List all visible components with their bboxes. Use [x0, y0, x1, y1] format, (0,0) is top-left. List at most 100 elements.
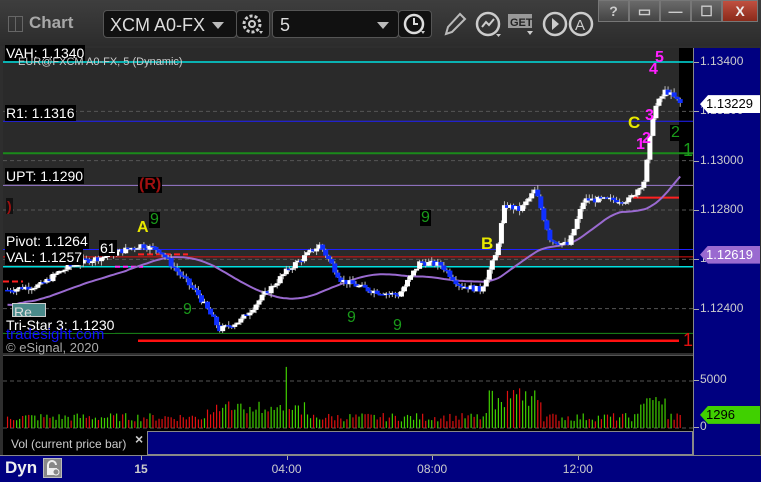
- candle: [374, 289, 380, 295]
- candle-body: [486, 269, 492, 280]
- volume-last-flag: 1296: [700, 405, 760, 424]
- help-button[interactable]: ?: [598, 0, 629, 22]
- volume-pane[interactable]: [3, 355, 693, 431]
- candle-body: [183, 276, 189, 279]
- label-61: 61: [99, 240, 117, 256]
- candle: [538, 194, 544, 210]
- close-button[interactable]: X: [722, 0, 758, 22]
- candle-body: [89, 261, 95, 264]
- studies-icon[interactable]: [474, 10, 504, 40]
- level-label: R1: 1.1316: [5, 105, 76, 121]
- volume-chart: [3, 366, 693, 429]
- candle-body: [156, 249, 162, 253]
- candle-body: [268, 286, 274, 294]
- price-chart-pane[interactable]: VAH: 1.1340 R1: 1.1316 UPT: 1.1290 Pivot: 1…: [3, 45, 704, 355]
- symbol-caption: EUR@FXCM A0-FX, 5 (Dynamic): [18, 56, 183, 68]
- candle-body: [189, 285, 195, 288]
- settings-gear-icon: [242, 14, 263, 34]
- candle-body: [301, 255, 307, 262]
- candle-body: [32, 287, 38, 290]
- candle-body: [671, 92, 677, 97]
- annotation-c: C: [628, 113, 641, 132]
- time-tick: [577, 456, 579, 460]
- candle-body: [259, 294, 265, 301]
- wave-count-label: 3: [645, 107, 654, 124]
- candle-body: [250, 309, 256, 313]
- price-tick-label: 1.12800: [700, 202, 744, 216]
- maximize-button[interactable]: ☐: [691, 0, 722, 22]
- candle-body: [350, 280, 356, 284]
- candle-body: [535, 189, 541, 197]
- candle-body: [401, 286, 407, 292]
- interval-combo[interactable]: 5: [272, 10, 399, 38]
- axis-tick: [694, 62, 699, 63]
- price-chart[interactable]: [3, 48, 693, 353]
- annotation-9: 9: [347, 309, 356, 326]
- candle: [571, 228, 577, 236]
- symbol-combo[interactable]: XCM A0-FX: [103, 10, 237, 38]
- candle: [386, 291, 392, 298]
- play-icon[interactable]: [542, 11, 568, 37]
- volume-tick-label: 5000: [700, 372, 727, 386]
- time-tick: [286, 456, 288, 460]
- level-label: Pivot: 1.1264: [5, 233, 89, 249]
- paren-annotation: ): [6, 198, 13, 214]
- candle-body: [232, 324, 238, 327]
- time-tick-label: 15: [134, 462, 148, 476]
- lock-icon[interactable]: [43, 458, 62, 478]
- get-icon[interactable]: GET: [507, 12, 537, 38]
- candle-body: [656, 98, 662, 106]
- candle-body: [674, 96, 680, 100]
- moving-average-flag: 1.12619: [700, 245, 760, 264]
- last-price-flag: 1.13229: [700, 95, 760, 114]
- candle-body: [195, 290, 201, 296]
- candle-body: [174, 267, 180, 272]
- candle-body: [35, 284, 41, 288]
- candle-body: [162, 254, 168, 258]
- settings-button[interactable]: [236, 10, 270, 38]
- level-label: UPT: 1.1290: [5, 168, 85, 184]
- candle-body: [332, 263, 338, 273]
- alert-icon[interactable]: A: [568, 11, 596, 37]
- candle-body: [626, 197, 632, 203]
- candle: [541, 206, 547, 222]
- pencil-icon[interactable]: [440, 10, 468, 38]
- drag-grip-icon[interactable]: [15, 16, 23, 32]
- re-badge: Re: [12, 303, 46, 317]
- dynamic-mode-label[interactable]: Dyn: [5, 458, 37, 478]
- axis-tick: [694, 427, 699, 428]
- candle-body: [177, 271, 183, 276]
- candle-body: [541, 208, 547, 221]
- price-axis[interactable]: 1.134001.132001.130001.128001.126001.124…: [693, 48, 760, 455]
- wave-count-label: 5: [655, 49, 664, 66]
- annotation-green-2: 2: [670, 124, 681, 141]
- candle-body: [489, 260, 495, 270]
- candle-body: [214, 316, 220, 326]
- axis-tick: [694, 380, 699, 381]
- volume-legend-label: Vol (current price bar): [11, 437, 127, 451]
- time-button[interactable]: [398, 10, 432, 38]
- title-bar: Chart XCM A0-FX 5 GET A ? ▭ — ☐ X: [0, 0, 761, 46]
- minimize-button[interactable]: —: [660, 0, 691, 22]
- dock-button[interactable]: ▭: [629, 0, 660, 22]
- time-tick-label: 12:00: [562, 462, 593, 476]
- axis-tick: [694, 308, 699, 310]
- time-axis[interactable]: Dyn 15 04:00 08:00 12:00: [0, 455, 761, 482]
- level-label: VAL: 1.1257: [5, 249, 84, 265]
- candle-body: [632, 195, 638, 197]
- candle-body: [329, 259, 335, 264]
- svg-text:GET: GET: [510, 17, 533, 29]
- candle: [205, 300, 211, 310]
- candle-body: [614, 200, 620, 203]
- time-tick: [141, 456, 142, 460]
- candle: [26, 282, 32, 294]
- candle-body: [277, 276, 283, 284]
- candle-body: [323, 249, 329, 256]
- candle-body: [320, 244, 326, 250]
- candle-body: [292, 262, 298, 269]
- close-study-icon[interactable]: ×: [135, 431, 143, 447]
- candle: [656, 97, 662, 107]
- candle-body: [211, 314, 217, 317]
- candle-body: [335, 272, 341, 278]
- candle-body: [392, 292, 398, 295]
